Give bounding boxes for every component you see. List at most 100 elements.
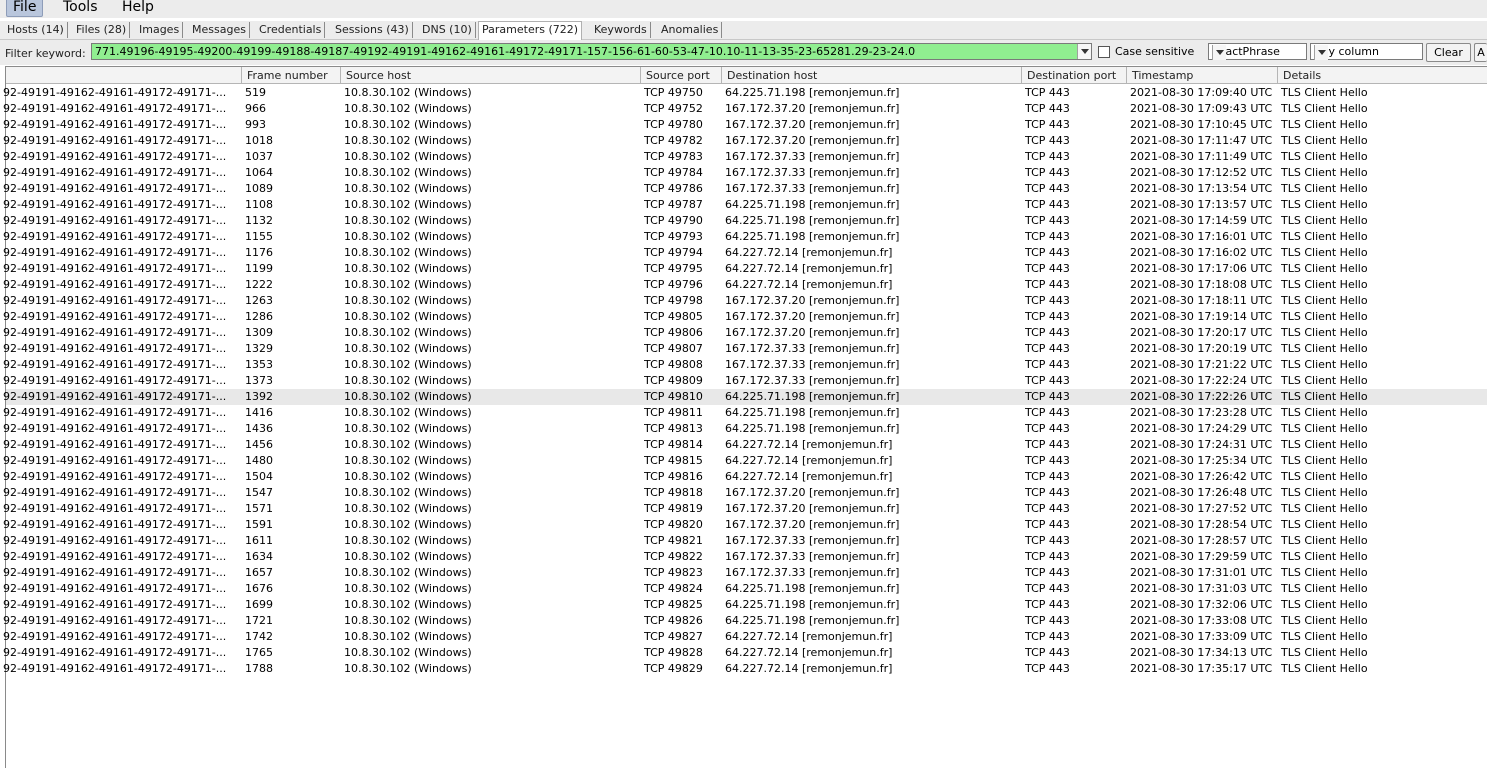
table-row[interactable]: 92-49191-49162-49161-49172-49171-... 1037… (3, 149, 1487, 165)
table-row[interactable]: 92-49191-49162-49161-49172-49171-... 1571… (3, 501, 1487, 517)
cell-details: TLS Client Hello (1281, 342, 1368, 355)
tab-dns[interactable]: DNS (10) (419, 22, 476, 38)
cell-timestamp: 2021-08-30 17:19:14 UTC (1130, 310, 1273, 323)
cell-details: TLS Client Hello (1281, 374, 1368, 387)
apply-button[interactable]: A (1474, 43, 1487, 62)
table-row[interactable]: 92-49191-49162-49161-49172-49171-... 1456… (3, 437, 1487, 453)
table-row[interactable]: 92-49191-49162-49161-49172-49171-... 1591… (3, 517, 1487, 533)
table-row[interactable]: 92-49191-49162-49161-49172-49171-... 1108… (3, 197, 1487, 213)
cell-details: TLS Client Hello (1281, 182, 1368, 195)
column-header-timestamp[interactable]: Timestamp (1126, 67, 1277, 83)
cell-timestamp: 2021-08-30 17:23:28 UTC (1130, 406, 1273, 419)
cell-timestamp: 2021-08-30 17:33:08 UTC (1130, 614, 1273, 627)
match-mode-select[interactable]: ExactPhrase (1208, 43, 1307, 60)
cell-timestamp: 2021-08-30 17:29:59 UTC (1130, 550, 1273, 563)
cell-source-port: TCP 49807 (644, 342, 703, 355)
tab-sessions[interactable]: Sessions (43) (332, 22, 413, 38)
table-row[interactable]: 92-49191-49162-49161-49172-49171-... 1480… (3, 453, 1487, 469)
table-row[interactable]: 92-49191-49162-49161-49172-49171-... 1634… (3, 549, 1487, 565)
table-row[interactable]: 92-49191-49162-49161-49172-49171-... 993 1… (3, 117, 1487, 133)
table-row[interactable]: 92-49191-49162-49161-49172-49171-... 1329… (3, 341, 1487, 357)
menu-tools[interactable]: Tools (57, 0, 104, 17)
table-row[interactable]: 92-49191-49162-49161-49172-49171-... 1018… (3, 133, 1487, 149)
table-row[interactable]: 92-49191-49162-49161-49172-49171-... 1155… (3, 229, 1487, 245)
table-row[interactable]: 92-49191-49162-49161-49172-49171-... 1089… (3, 181, 1487, 197)
tab-images[interactable]: Images (136, 22, 184, 38)
table-row[interactable]: 92-49191-49162-49161-49172-49171-... 1721… (3, 613, 1487, 629)
cell-details: TLS Client Hello (1281, 246, 1368, 259)
table-row[interactable]: 92-49191-49162-49161-49172-49171-... 1765… (3, 645, 1487, 661)
table-row[interactable]: 92-49191-49162-49161-49172-49171-... 1416… (3, 405, 1487, 421)
tab-anomalies[interactable]: Anomalies (658, 22, 723, 38)
table-row[interactable]: 92-49191-49162-49161-49172-49171-... 1222… (3, 277, 1487, 293)
table-row[interactable]: 92-49191-49162-49161-49172-49171-... 1392… (3, 389, 1487, 405)
column-header-source-host[interactable]: Source host (340, 67, 640, 83)
cell-source-port: TCP 49809 (644, 374, 703, 387)
table-row[interactable]: 92-49191-49162-49161-49172-49171-... 1742… (3, 629, 1487, 645)
chevron-down-icon[interactable] (1077, 44, 1091, 59)
case-sensitive-checkbox[interactable] (1098, 46, 1110, 58)
tab-hosts[interactable]: Hosts (14) (4, 22, 68, 38)
table-row[interactable]: 92-49191-49162-49161-49172-49171-... 1199… (3, 261, 1487, 277)
table-row[interactable]: 92-49191-49162-49161-49172-49171-... 1699… (3, 597, 1487, 613)
table-row[interactable]: 92-49191-49162-49161-49172-49171-... 1657… (3, 565, 1487, 581)
column-header-frame-number[interactable]: Frame number (241, 67, 340, 83)
table-row[interactable]: 92-49191-49162-49161-49172-49171-... 1504… (3, 469, 1487, 485)
cell-source-host: 10.8.30.102 (Windows) (344, 118, 472, 131)
tab-files[interactable]: Files (28) (73, 22, 131, 38)
filter-keyword-value[interactable]: 771.49196-49195-49200-49199-49188-49187-… (95, 45, 1075, 58)
table-row[interactable]: 92-49191-49162-49161-49172-49171-... 1611… (3, 533, 1487, 549)
column-header-parameter[interactable] (6, 67, 241, 83)
table-row[interactable]: 92-49191-49162-49161-49172-49171-... 1373… (3, 373, 1487, 389)
cell-source-host: 10.8.30.102 (Windows) (344, 262, 472, 275)
cell-destination-port: TCP 443 (1025, 150, 1070, 163)
table-row[interactable]: 92-49191-49162-49161-49172-49171-... 1788… (3, 661, 1487, 677)
cell-destination-port: TCP 443 (1025, 470, 1070, 483)
filter-keyword-input[interactable]: 771.49196-49195-49200-49199-49188-49187-… (91, 43, 1092, 60)
table-row[interactable]: 92-49191-49162-49161-49172-49171-... 1309… (3, 325, 1487, 341)
table-row[interactable]: 92-49191-49162-49161-49172-49171-... 1132… (3, 213, 1487, 229)
column-header-source-port[interactable]: Source port (640, 67, 721, 83)
column-header-details[interactable]: Details (1277, 67, 1487, 83)
table-row[interactable]: 92-49191-49162-49161-49172-49171-... 1286… (3, 309, 1487, 325)
cell-source-port: TCP 49794 (644, 246, 703, 259)
tab-credentials[interactable]: Credentials (256, 22, 326, 38)
cell-destination-port: TCP 443 (1025, 502, 1070, 515)
table-row[interactable]: 92-49191-49162-49161-49172-49171-... 1436… (3, 421, 1487, 437)
table-row[interactable]: 92-49191-49162-49161-49172-49171-... 519 1… (3, 85, 1487, 101)
cell-details: TLS Client Hello (1281, 166, 1368, 179)
cell-destination-host: 64.227.72.14 [remonjemun.fr] (725, 470, 893, 483)
cell-details: TLS Client Hello (1281, 662, 1368, 675)
cell-parameter: 92-49191-49162-49161-49172-49171-... (3, 278, 227, 291)
tab-parameters[interactable]: Parameters (722) (478, 21, 583, 40)
table-row[interactable]: 92-49191-49162-49161-49172-49171-... 1547… (3, 485, 1487, 501)
cell-details: TLS Client Hello (1281, 278, 1368, 291)
cell-source-port: TCP 49796 (644, 278, 703, 291)
table-row[interactable]: 92-49191-49162-49161-49172-49171-... 1353… (3, 357, 1487, 373)
case-sensitive-label: Case sensitive (1115, 45, 1195, 58)
cell-source-host: 10.8.30.102 (Windows) (344, 198, 472, 211)
column-scope-select[interactable]: Any column (1310, 43, 1423, 60)
table-row[interactable]: 92-49191-49162-49161-49172-49171-... 1676… (3, 581, 1487, 597)
cell-destination-host: 64.225.71.198 [remonjemun.fr] (725, 214, 900, 227)
menu-help[interactable]: Help (116, 0, 160, 17)
table-row[interactable]: 92-49191-49162-49161-49172-49171-... 1263… (3, 293, 1487, 309)
table-row[interactable]: 92-49191-49162-49161-49172-49171-... 1176… (3, 245, 1487, 261)
cell-source-host: 10.8.30.102 (Windows) (344, 150, 472, 163)
tab-messages[interactable]: Messages (189, 22, 250, 38)
clear-button[interactable]: Clear (1426, 43, 1471, 62)
table-row[interactable]: 92-49191-49162-49161-49172-49171-... 966 1… (3, 101, 1487, 117)
cell-source-port: TCP 49820 (644, 518, 703, 531)
chevron-down-icon[interactable] (1212, 45, 1226, 60)
tab-keywords[interactable]: Keywords (591, 22, 651, 38)
menu-file[interactable]: File (6, 0, 44, 17)
column-header-destination-host[interactable]: Destination host (721, 67, 1021, 83)
table-row[interactable]: 92-49191-49162-49161-49172-49171-... 1064… (3, 165, 1487, 181)
column-header-destination-port[interactable]: Destination port (1021, 67, 1126, 83)
chevron-down-icon[interactable] (1314, 45, 1328, 60)
cell-destination-port: TCP 443 (1025, 534, 1070, 547)
cell-destination-host: 64.225.71.198 [remonjemun.fr] (725, 582, 900, 595)
cell-details: TLS Client Hello (1281, 230, 1368, 243)
cell-source-port: TCP 49825 (644, 598, 703, 611)
cell-source-host: 10.8.30.102 (Windows) (344, 550, 472, 563)
